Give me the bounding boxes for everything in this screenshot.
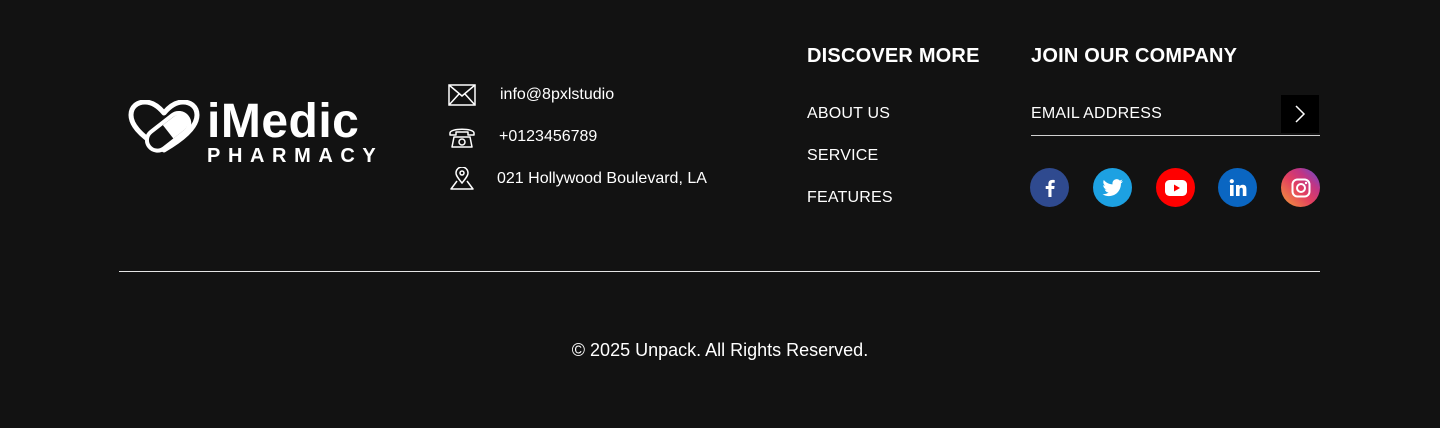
social-linkedin[interactable]	[1218, 168, 1257, 207]
social-facebook[interactable]	[1030, 168, 1069, 207]
contact-email-text: info@8pxlstudio	[500, 86, 615, 103]
copyright-text: © 2025 Unpack. All Rights Reserved.	[571, 340, 869, 360]
twitter-icon	[1101, 178, 1123, 196]
heart-pill-icon	[128, 100, 200, 153]
social-youtube[interactable]	[1156, 168, 1195, 207]
footer-divider	[119, 271, 1320, 272]
contact-phone[interactable]: +0123456789	[447, 124, 597, 150]
facebook-icon	[1045, 179, 1055, 197]
link-service[interactable]: SERVICE	[807, 147, 878, 165]
logo-wordmark: iMedic	[207, 95, 360, 148]
join-title: JOIN OUR COMPANY	[1031, 45, 1238, 67]
social-instagram[interactable]	[1281, 168, 1320, 207]
email-input[interactable]	[1031, 95, 1271, 133]
logo[interactable]: iMedic PHARMACY	[127, 95, 387, 170]
newsletter-form	[1031, 95, 1320, 136]
newsletter-submit-button[interactable]	[1281, 95, 1319, 133]
instagram-icon	[1291, 178, 1310, 197]
linkedin-icon	[1229, 178, 1246, 196]
location-pin-icon	[447, 166, 477, 192]
mail-icon	[447, 82, 477, 108]
contact-phone-text: +0123456789	[499, 128, 598, 145]
chevron-right-icon	[1295, 105, 1306, 123]
link-features[interactable]: FEATURES	[807, 189, 893, 207]
discover-title: DISCOVER MORE	[807, 45, 980, 67]
contact-email[interactable]: info@8pxlstudio	[447, 82, 614, 108]
contact-address[interactable]: 021 Hollywood Boulevard, LA	[447, 166, 707, 192]
contact-address-text: 021 Hollywood Boulevard, LA	[497, 170, 707, 187]
logo-subtitle: PHARMACY	[207, 145, 384, 167]
youtube-icon	[1164, 179, 1187, 196]
social-twitter[interactable]	[1093, 168, 1132, 207]
telephone-icon	[447, 124, 477, 150]
link-about-us[interactable]: ABOUT US	[807, 105, 890, 123]
